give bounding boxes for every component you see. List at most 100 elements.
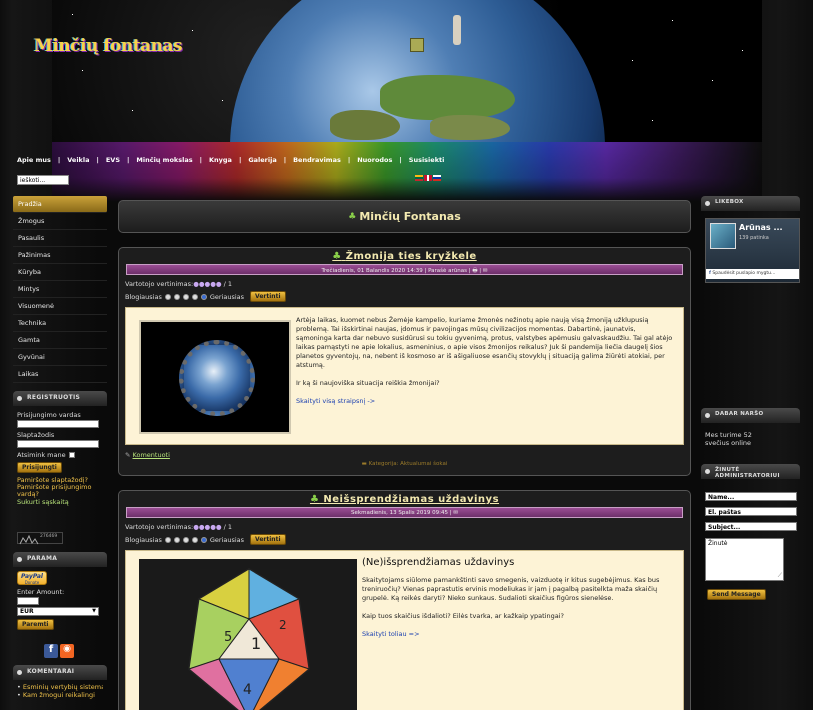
vote-radio-4[interactable] [191, 293, 198, 300]
article-title-text[interactable]: Žmonija ties kryžkele [346, 251, 477, 262]
article-card: ♣ Neišsprendžiamas uždavinys Sekmadienis… [118, 490, 691, 710]
vote-radio-2[interactable] [173, 536, 180, 543]
email-icon[interactable]: ✉ [483, 268, 488, 274]
vote-radio-4[interactable] [191, 536, 198, 543]
nav-item[interactable]: Bendravimas [293, 156, 341, 164]
vote-button[interactable]: Vertinti [250, 291, 286, 302]
comment-item-text[interactable]: Kam žmogui reikalingi [23, 692, 95, 699]
paypal-donate-button[interactable]: PayPal Donate [17, 571, 47, 585]
visitor-counter: 276469 [17, 532, 63, 545]
vote-radio-3[interactable] [182, 536, 189, 543]
nav-separator: | [57, 156, 61, 164]
vote-worst-label: Blogiausias [125, 292, 162, 301]
menu-item[interactable]: Pažinimas [13, 247, 107, 264]
lithuanian-flag-icon[interactable] [415, 175, 423, 181]
vote-radio-1[interactable] [164, 293, 171, 300]
likebox-page-name: Arūnas ... [739, 223, 783, 232]
svg-text:1: 1 [251, 634, 261, 653]
article-title[interactable]: ♣ Žmonija ties kryžkele [119, 248, 690, 264]
vote-button[interactable]: Vertinti [250, 534, 286, 545]
article-paragraph: Artėja laikas, kuomet nebus Žemėje kampe… [296, 316, 673, 369]
nav-item[interactable]: Susisiekti [409, 156, 445, 164]
likebox-heading: Likebox [701, 196, 800, 211]
password-field[interactable] [17, 440, 99, 448]
username-field[interactable] [17, 420, 99, 428]
facebook-small-icon: f [709, 271, 711, 276]
contact-message-field[interactable]: Žinutė ⟋ [705, 538, 784, 581]
currency-value: EUR [20, 608, 34, 615]
comment-item-text[interactable]: Esminių vertybių sistema (3) [23, 684, 103, 691]
create-account-link[interactable]: Sukurti sąskaitą [17, 498, 103, 506]
facebook-icon[interactable]: f [44, 644, 58, 658]
likebox-plugin-text: Spaudėsit puslapio mygtu... [712, 271, 776, 276]
menu-item[interactable]: Laikas [13, 366, 107, 383]
nav-item[interactable]: EVS [106, 156, 120, 164]
contact-name-field[interactable]: Name... [705, 492, 797, 501]
menu-item[interactable]: Mintys [13, 281, 107, 298]
contact-email-field[interactable]: El. paštas [705, 507, 797, 516]
read-more-link[interactable]: Skaityti toliau => [362, 630, 672, 638]
nav-item[interactable]: Nuorodos [357, 156, 392, 164]
rating-row: Vartotojo vertinimas:●●●●● / 1 [125, 280, 684, 288]
nav-separator: | [283, 156, 287, 164]
currency-select[interactable]: EUR ▼ [17, 607, 99, 616]
email-icon[interactable]: ✉ [453, 510, 458, 516]
category-text[interactable]: Kategorija: Aktualumai šokai [369, 461, 448, 467]
forgot-username-link[interactable]: Pamiršote prisijungimo vardą? [17, 484, 103, 498]
nav-item[interactable]: Knyga [209, 156, 232, 164]
menu-item[interactable]: Technika [13, 315, 107, 332]
menu-item[interactable]: Pasaulis [13, 230, 107, 247]
vote-radio-3[interactable] [182, 293, 189, 300]
comment-item[interactable]: • Kam žmogui reikalingi [17, 692, 103, 699]
menu-item[interactable]: Pradžia [13, 196, 107, 213]
nav-item[interactable]: Veikla [67, 156, 89, 164]
article-category: ▬ Kategorija: Aktualumai šokai [119, 461, 690, 467]
online-heading: Dabar naršo [701, 408, 800, 423]
menu-item[interactable]: Visuomenė [13, 298, 107, 315]
vote-row: Blogiausias Geriausias Vertinti [125, 534, 684, 545]
comment-link[interactable]: Komentuoti [133, 451, 170, 459]
vote-best-label: Geriausias [209, 535, 245, 544]
contact-subject-field[interactable]: Subject... [705, 522, 797, 531]
article-image[interactable]: 1 5 4 2 [139, 559, 357, 710]
menu-item[interactable]: Gamta [13, 332, 107, 349]
article-subtitle: (Ne)išsprendžiamas uždavinys [362, 557, 515, 568]
send-message-button[interactable]: Send Message [707, 589, 766, 600]
comment-item[interactable]: • Esminių vertybių sistema (3) [17, 684, 103, 691]
top-navigation: Apie mus | Veikla | EVS | Minčių mokslas | Knyga… [17, 156, 444, 164]
remember-checkbox[interactable] [68, 452, 75, 458]
vote-radio-2[interactable] [173, 293, 180, 300]
left-sidebar: Pradžia Žmogus Pasaulis Pažinimas Kūryba Mint… [13, 196, 107, 700]
search-input[interactable]: ieškoti... [17, 175, 69, 185]
vote-radio-5[interactable] [200, 536, 207, 543]
menu-item[interactable]: Gyvūnai [13, 349, 107, 366]
article-paragraph: Kaip tuos skaičius išdalioti? Eilės tvar… [362, 612, 564, 620]
menu-item[interactable]: Žmogus [13, 213, 107, 230]
english-flag-icon[interactable] [424, 175, 432, 181]
nav-item[interactable]: Apie mus [17, 156, 51, 164]
resize-handle-icon[interactable]: ⟋ [778, 572, 782, 580]
article-title[interactable]: ♣ Neišsprendžiamas uždavinys [119, 491, 690, 507]
rss-icon[interactable]: ◉ [60, 644, 74, 658]
article-title-text[interactable]: Neišsprendžiamas uždavinys [323, 494, 499, 505]
article-paragraph: Ir ką ši naujoviška situacija reiškia žm… [296, 379, 440, 387]
russian-flag-icon[interactable] [433, 175, 441, 181]
nav-item[interactable]: Galerija [248, 156, 276, 164]
login-button[interactable]: Prisijungti [17, 462, 62, 473]
donate-button[interactable]: Paremti [17, 619, 54, 630]
read-more-link[interactable]: Skaityti visą straipsnį -> [296, 397, 673, 405]
vote-radio-5[interactable] [200, 293, 207, 300]
site-logo[interactable]: Minčių fontanas [34, 36, 183, 56]
vote-radio-1[interactable] [164, 536, 171, 543]
facebook-likebox[interactable]: Arūnas ... 139 patinka f Spaudėsit pusla… [705, 218, 800, 283]
page-title-bar: ♣ Minčių Fontanas [118, 200, 691, 233]
menu-item[interactable]: Kūryba [13, 264, 107, 281]
nav-item[interactable]: Minčių mokslas [136, 156, 192, 164]
svg-text:5: 5 [224, 630, 232, 645]
contact-message-placeholder: Žinutė [708, 540, 728, 547]
nav-separator: | [238, 156, 242, 164]
print-icon[interactable]: 🖶 [472, 268, 477, 274]
nav-separator: | [199, 156, 202, 164]
amount-field[interactable] [17, 597, 39, 605]
article-image[interactable] [139, 320, 291, 434]
